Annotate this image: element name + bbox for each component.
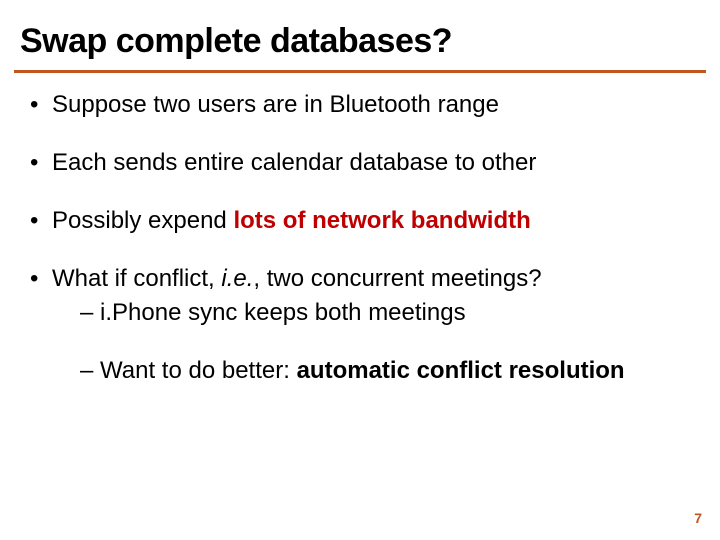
sub-text: – Want to do better: xyxy=(80,357,297,384)
italic-text: i.e. xyxy=(221,265,253,292)
page-number: 7 xyxy=(694,510,702,526)
bullet-item: Suppose two users are in Bluetooth range xyxy=(24,90,696,120)
bullet-item: Possibly expend lots of network bandwidt… xyxy=(24,206,696,236)
bullet-text: Each sends entire calendar database to o… xyxy=(52,149,536,176)
bullet-text: Possibly expend xyxy=(52,207,233,234)
slide-title: Swap complete databases? xyxy=(20,22,452,61)
sub-item: – i.Phone sync keeps both meetings xyxy=(80,298,696,328)
sub-item: – Want to do better: automatic conflict … xyxy=(80,356,696,386)
slide: Swap complete databases? Suppose two use… xyxy=(0,0,720,540)
bullet-text: What if conflict, xyxy=(52,265,221,292)
bullet-item: Each sends entire calendar database to o… xyxy=(24,148,696,178)
emphasis-text: lots of network bandwidth xyxy=(233,207,530,234)
bullet-list: Suppose two users are in Bluetooth range… xyxy=(24,90,696,386)
emphasis-text: automatic conflict resolution xyxy=(297,357,625,384)
title-underline xyxy=(14,70,706,73)
bullet-text: , two concurrent meetings? xyxy=(253,265,541,292)
slide-body: Suppose two users are in Bluetooth range… xyxy=(24,90,696,414)
bullet-item: What if conflict, i.e., two concurrent m… xyxy=(24,264,696,386)
bullet-text: Suppose two users are in Bluetooth range xyxy=(52,91,499,118)
sub-list: – i.Phone sync keeps both meetings – Wan… xyxy=(52,298,696,386)
